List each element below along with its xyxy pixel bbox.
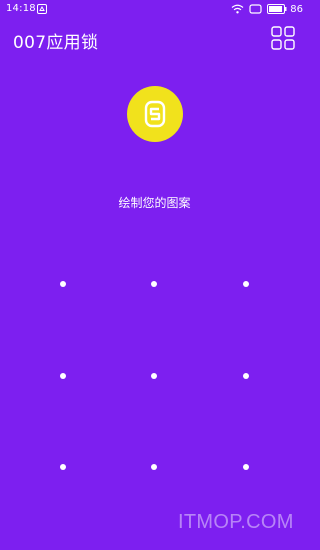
notification-app-icon bbox=[37, 4, 47, 14]
watermark: ITMOP.COM bbox=[178, 511, 294, 533]
app-title: 007应用锁 bbox=[13, 33, 99, 53]
instruction-text: 绘制您的图案 bbox=[118, 196, 191, 210]
pattern-dot-3[interactable] bbox=[243, 281, 249, 287]
pattern-dot-5[interactable] bbox=[151, 373, 157, 379]
status-bar: 14:18 86 bbox=[0, 0, 309, 20]
pattern-dot-8[interactable] bbox=[151, 464, 157, 470]
battery-icon bbox=[267, 4, 287, 14]
pattern-dot-7[interactable] bbox=[60, 464, 66, 470]
grid-menu-icon bbox=[271, 26, 295, 50]
lock-logo-icon bbox=[144, 100, 166, 128]
pattern-dot-4[interactable] bbox=[60, 373, 66, 379]
status-time: 14:18 bbox=[6, 3, 36, 14]
grid-menu-button[interactable] bbox=[271, 26, 295, 50]
pattern-dot-6[interactable] bbox=[243, 373, 249, 379]
pattern-dot-9[interactable] bbox=[243, 464, 249, 470]
pattern-dot-1[interactable] bbox=[60, 281, 66, 287]
wifi-icon bbox=[231, 4, 244, 14]
message-icon bbox=[249, 4, 262, 14]
status-icons: 86 bbox=[231, 2, 303, 16]
battery-level: 86 bbox=[290, 3, 303, 15]
app-logo bbox=[127, 86, 183, 142]
pattern-dot-2[interactable] bbox=[151, 281, 157, 287]
